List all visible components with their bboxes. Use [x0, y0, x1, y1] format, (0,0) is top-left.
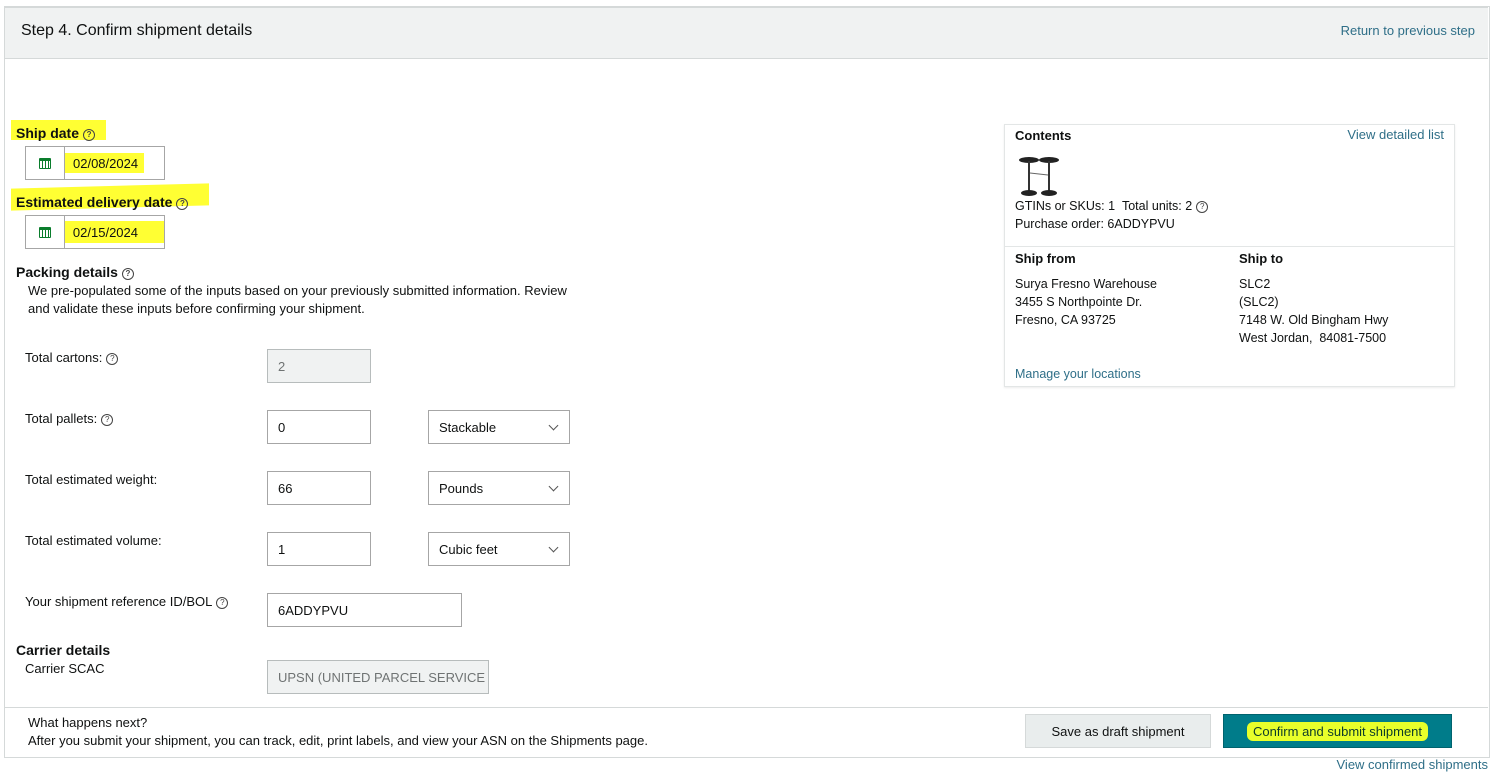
- total-cartons-input: 2: [267, 349, 371, 383]
- ship-date-field[interactable]: 02/08/2024: [25, 146, 165, 180]
- carrier-scac-input: UPSN (UNITED PARCEL SERVICE IN: [267, 660, 489, 694]
- total-volume-input[interactable]: 1: [267, 532, 371, 566]
- ship-to-line1: SLC2: [1239, 277, 1271, 291]
- step-header: Step 4. Confirm shipment details Return …: [5, 6, 1488, 59]
- help-icon[interactable]: ?: [216, 597, 229, 609]
- total-weight-input[interactable]: 66: [267, 471, 371, 505]
- ship-to-line3: 7148 W. Old Bingham Hwy: [1239, 313, 1389, 327]
- shipment-reference-input[interactable]: 6ADDYPVU: [267, 593, 462, 627]
- total-pallets-label: Total pallets:?: [25, 411, 114, 426]
- ship-date-label: Ship date?: [16, 125, 96, 141]
- contents-summary: GTINs or SKUs: 1 Total units: 2?: [1015, 199, 1209, 213]
- ship-from-title: Ship from: [1015, 251, 1076, 266]
- save-draft-button[interactable]: Save as draft shipment: [1025, 714, 1211, 748]
- total-pallets-input[interactable]: 0: [267, 410, 371, 444]
- manage-locations-link[interactable]: Manage your locations: [1015, 367, 1141, 381]
- ship-to-line4: West Jordan, 84081-7500: [1239, 331, 1387, 345]
- footer-divider: [5, 707, 1488, 708]
- help-icon[interactable]: ?: [1196, 201, 1209, 213]
- delivery-date-label: Estimated delivery date?: [16, 194, 189, 210]
- return-previous-step-link[interactable]: Return to previous step: [1341, 23, 1475, 38]
- total-weight-label: Total estimated weight:: [25, 472, 158, 487]
- step-title: Step 4. Confirm shipment details: [21, 22, 253, 39]
- what-happens-next-title: What happens next?: [28, 715, 148, 730]
- ship-date-value: 02/08/2024: [65, 153, 145, 173]
- save-draft-label: Save as draft shipment: [1051, 723, 1185, 739]
- purchase-order: Purchase order: 6ADDYPVU: [1015, 217, 1175, 231]
- weight-unit-value: Pounds: [439, 480, 484, 496]
- calendar-icon[interactable]: [26, 216, 65, 248]
- help-icon[interactable]: ?: [106, 353, 119, 365]
- packing-description-line1: We pre-populated some of the inputs base…: [28, 283, 567, 298]
- weight-unit-select[interactable]: Pounds: [428, 471, 570, 505]
- delivery-date-value: 02/15/2024: [64, 221, 164, 243]
- view-confirmed-shipments-link[interactable]: View confirmed shipments: [1337, 757, 1489, 772]
- contents-panel: Contents View detailed list GTINs or SKU…: [1004, 124, 1455, 387]
- ship-from-line3: Fresno, CA 93725: [1015, 313, 1116, 327]
- delivery-date-field[interactable]: 02/15/2024: [25, 215, 165, 249]
- product-thumbnail: [1015, 155, 1063, 199]
- help-icon[interactable]: ?: [101, 414, 114, 426]
- calendar-icon[interactable]: [26, 147, 65, 179]
- total-volume-label: Total estimated volume:: [25, 533, 162, 548]
- help-icon[interactable]: ?: [83, 129, 96, 141]
- ship-to-line2: (SLC2): [1239, 295, 1279, 309]
- pallet-type-value: Stackable: [439, 419, 497, 435]
- confirm-submit-label: Confirm and submit shipment: [1246, 721, 1429, 741]
- confirm-submit-button[interactable]: Confirm and submit shipment: [1223, 714, 1452, 748]
- view-detailed-list-link[interactable]: View detailed list: [1347, 127, 1444, 142]
- help-icon[interactable]: ?: [176, 198, 189, 210]
- what-happens-next-text: After you submit your shipment, you can …: [28, 733, 648, 748]
- packing-details-title: Packing details?: [16, 264, 134, 280]
- volume-unit-select[interactable]: Cubic feet: [428, 532, 570, 566]
- contents-title: Contents: [1015, 128, 1072, 143]
- divider: [1005, 246, 1454, 247]
- carrier-details-title: Carrier details: [16, 642, 111, 658]
- ship-from-line1: Surya Fresno Warehouse: [1015, 277, 1157, 291]
- volume-unit-value: Cubic feet: [439, 541, 498, 557]
- packing-description-line2: and validate these inputs before confirm…: [28, 301, 365, 316]
- help-icon[interactable]: ?: [121, 268, 134, 280]
- shipment-reference-label: Your shipment reference ID/BOL?: [25, 594, 229, 609]
- ship-to-title: Ship to: [1239, 251, 1284, 266]
- total-cartons-label: Total cartons:?: [25, 350, 119, 365]
- ship-from-line2: 3455 S Northpointe Dr.: [1015, 295, 1143, 309]
- pallet-type-select[interactable]: Stackable: [428, 410, 570, 444]
- carrier-scac-label: Carrier SCAC: [25, 661, 105, 676]
